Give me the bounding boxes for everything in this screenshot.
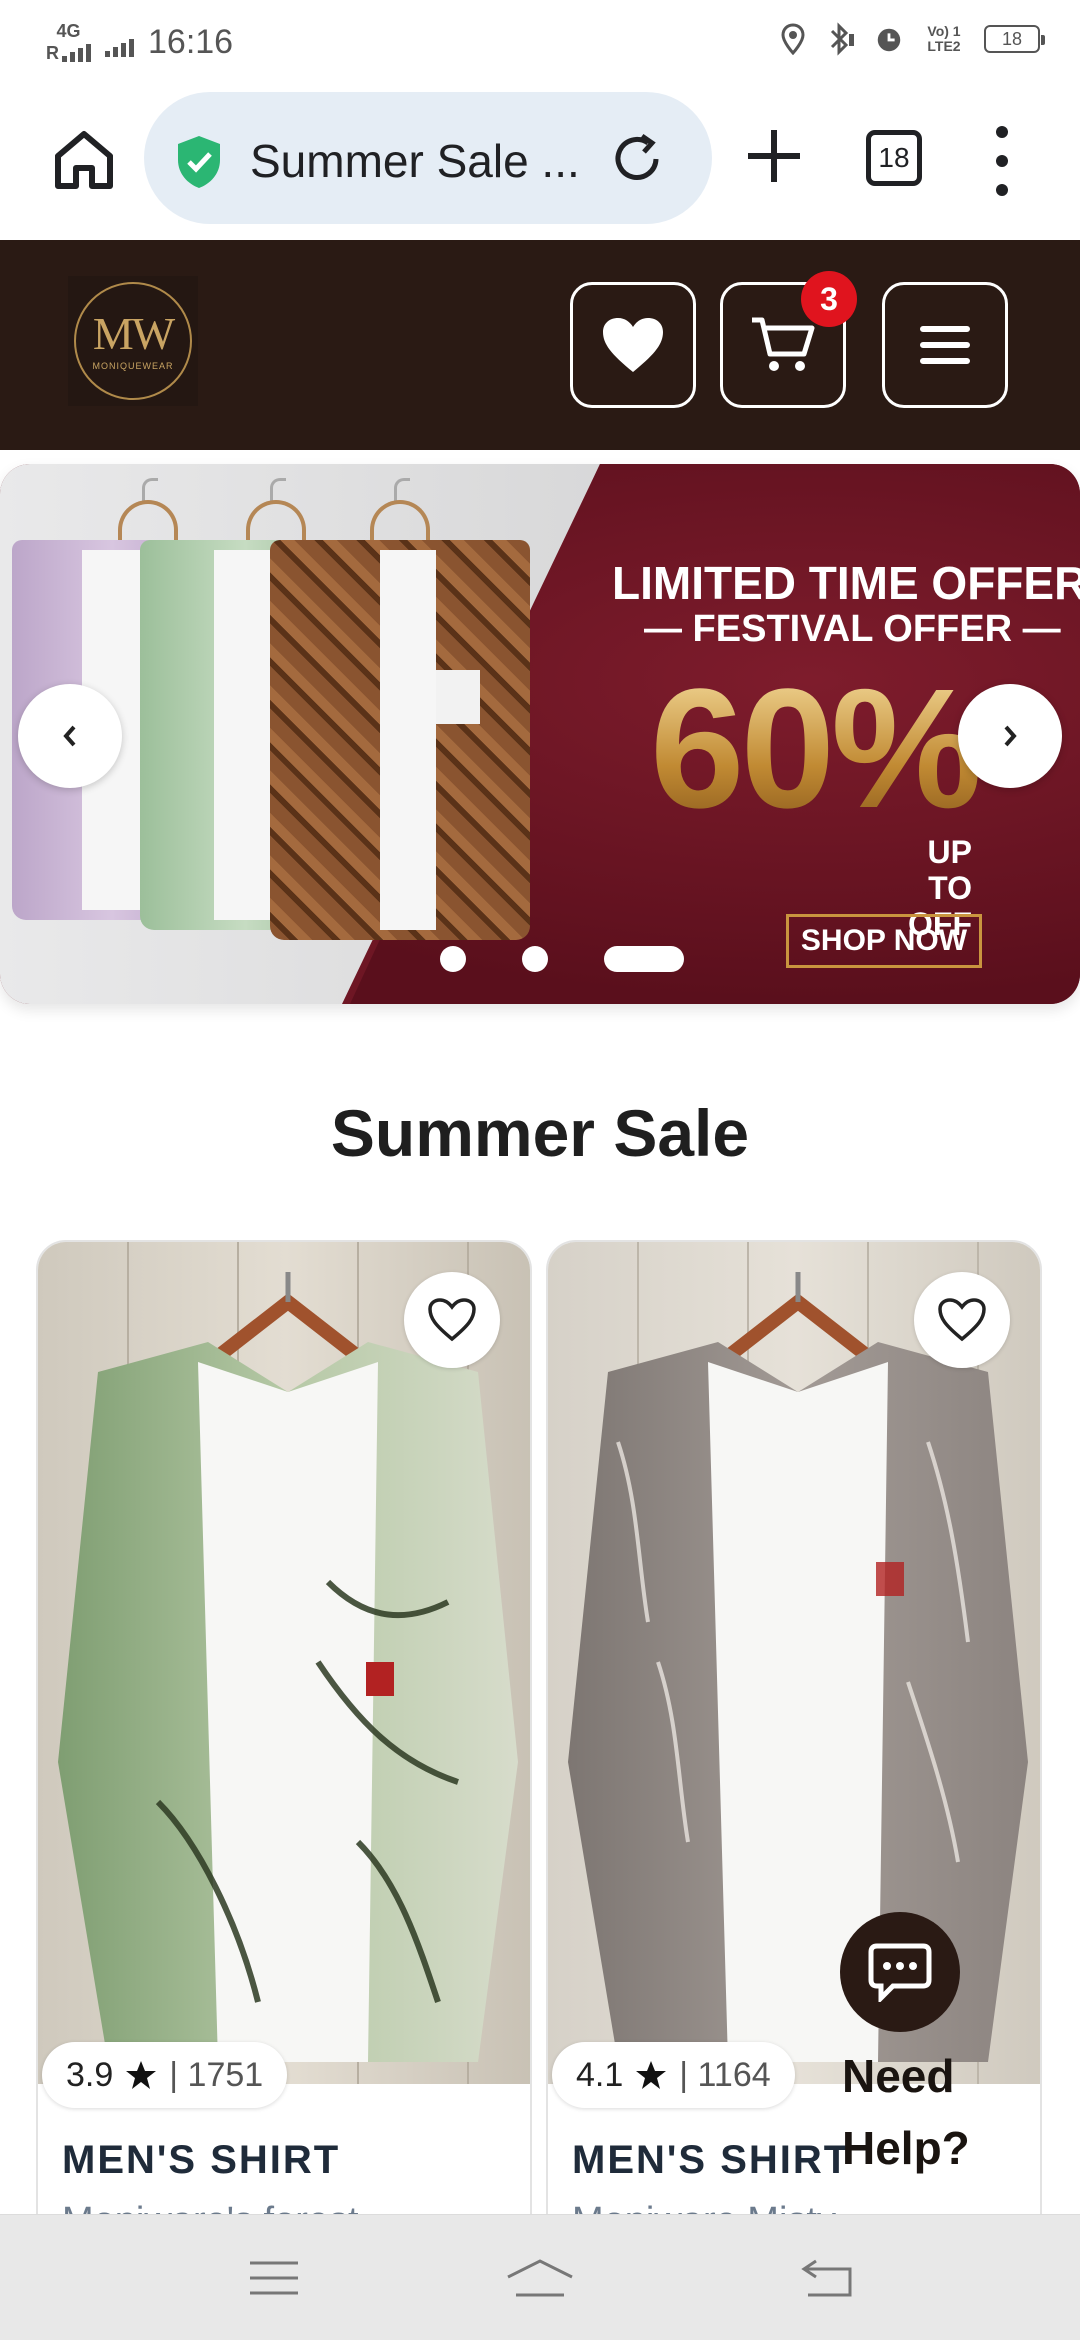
browser-toolbar: Summer Sale ... 18 <box>0 82 1080 240</box>
logo-mark: MW <box>92 308 175 359</box>
offer-upto-line1: UP TO <box>927 834 972 906</box>
product-image <box>38 1242 530 2084</box>
product-image <box>548 1242 1040 2084</box>
new-tab-button[interactable] <box>740 122 808 190</box>
need-help-line1: Need <box>842 2050 955 2102</box>
more-vert-icon <box>996 126 1008 138</box>
status-bar: 4G R 16:16 Vo) 1 LTE2 18 <box>0 0 1080 82</box>
carousel-dot-active[interactable] <box>604 946 684 972</box>
carousel-pagination <box>440 946 684 972</box>
volte-label: Vo) 1 <box>927 23 961 39</box>
cart-count-badge: 3 <box>801 271 857 327</box>
nav-back-button[interactable] <box>796 2255 856 2301</box>
address-bar[interactable]: Summer Sale ... <box>144 92 712 224</box>
reload-icon[interactable] <box>608 130 666 188</box>
menu-icon <box>250 2261 298 2295</box>
add-to-wishlist-button[interactable] <box>404 1272 500 1368</box>
roaming-indicator: R <box>46 43 59 63</box>
carousel-dot[interactable] <box>440 946 466 972</box>
star-icon <box>126 2061 157 2089</box>
cart-button[interactable]: 3 <box>720 271 857 408</box>
home-icon <box>507 2259 573 2297</box>
offer-headline: LIMITED TIME OFFER! <box>612 557 1080 609</box>
rating-pill: 4.1 | 1164 <box>552 2042 795 2108</box>
battery-level: 18 <box>1001 28 1023 49</box>
product-title[interactable]: MEN'S SHIRT <box>572 2138 850 2183</box>
system-nav-bar <box>0 2214 1080 2340</box>
product-card[interactable]: 3.9 | 1751 MEN'S SHIRT Moniware's forest <box>36 1240 532 2280</box>
offer-subheadline: — FESTIVAL OFFER — <box>644 608 1061 650</box>
home-icon <box>55 131 113 189</box>
cart-icon <box>752 317 815 371</box>
logo-emblem: MW MONIQUEWEAR <box>74 282 192 400</box>
rating-value: 3.9 <box>66 2055 114 2094</box>
location-icon <box>778 22 808 56</box>
page-title: Summer Sale ... <box>250 135 580 187</box>
network-indicator: 4G R <box>46 22 91 62</box>
heart-icon <box>603 318 663 372</box>
plus-icon <box>748 130 800 182</box>
alarm-icon <box>874 22 904 56</box>
secure-shield-icon <box>174 134 224 190</box>
hero-slide[interactable]: LIMITED TIME OFFER! — FESTIVAL OFFER — 6… <box>0 464 1080 1004</box>
browser-home-button[interactable] <box>50 126 118 194</box>
nav-home-button[interactable] <box>504 2255 576 2301</box>
logo-name: MONIQUEWEAR <box>92 361 174 371</box>
star-icon <box>636 2061 667 2089</box>
status-right: Vo) 1 LTE2 18 <box>778 22 1045 56</box>
hero-carousel: LIMITED TIME OFFER! — FESTIVAL OFFER — 6… <box>0 450 1080 1020</box>
network-type: 4G <box>56 21 81 41</box>
chevron-right-icon <box>1004 725 1017 747</box>
heart-outline-icon <box>428 1298 476 1342</box>
add-to-wishlist-button[interactable] <box>914 1272 1010 1368</box>
browser-menu-button[interactable] <box>992 126 1012 196</box>
need-help-label[interactable]: Need Help? <box>842 2040 970 2184</box>
clock: 16:16 <box>148 22 234 61</box>
volte-indicator: Vo) 1 LTE2 <box>922 22 966 56</box>
carousel-prev-button[interactable] <box>18 684 122 788</box>
tab-switcher-button[interactable]: 18 <box>866 130 922 186</box>
chat-bubble-icon <box>868 1943 932 2002</box>
site-header: MW MONIQUEWEAR 3 <box>0 240 1080 450</box>
battery-icon: 18 <box>984 25 1045 53</box>
rating-value: 4.1 <box>576 2055 624 2094</box>
offer-discount: 60% <box>650 654 982 844</box>
hamburger-icon <box>920 326 970 364</box>
chat-support-button[interactable] <box>840 1912 960 2032</box>
signal-2-icon <box>105 35 134 57</box>
carousel-dot[interactable] <box>522 946 548 972</box>
shop-now-button[interactable]: SHOP NOW <box>786 914 982 968</box>
signal-1-icon <box>62 40 91 62</box>
lte-label: LTE2 <box>927 38 961 54</box>
carousel-next-button[interactable] <box>958 684 1062 788</box>
need-help-line2: Help? <box>842 2122 970 2174</box>
review-count: | 1164 <box>679 2055 771 2094</box>
nav-menu-button[interactable] <box>244 2255 304 2301</box>
status-left: 4G R 16:16 <box>46 22 233 62</box>
section-title: Summer Sale <box>330 1096 750 1170</box>
bluetooth-icon <box>826 22 856 56</box>
review-count: | 1751 <box>169 2055 264 2094</box>
site-logo[interactable]: MW MONIQUEWEAR <box>68 276 198 406</box>
back-icon <box>801 2259 852 2297</box>
site-menu-button[interactable] <box>882 282 1008 408</box>
chevron-left-icon <box>63 725 76 747</box>
rating-pill: 3.9 | 1751 <box>42 2042 288 2108</box>
wishlist-button[interactable] <box>570 282 696 408</box>
product-title[interactable]: MEN'S SHIRT <box>62 2138 340 2183</box>
heart-outline-icon <box>938 1298 986 1342</box>
tab-count: 18 <box>878 142 910 173</box>
